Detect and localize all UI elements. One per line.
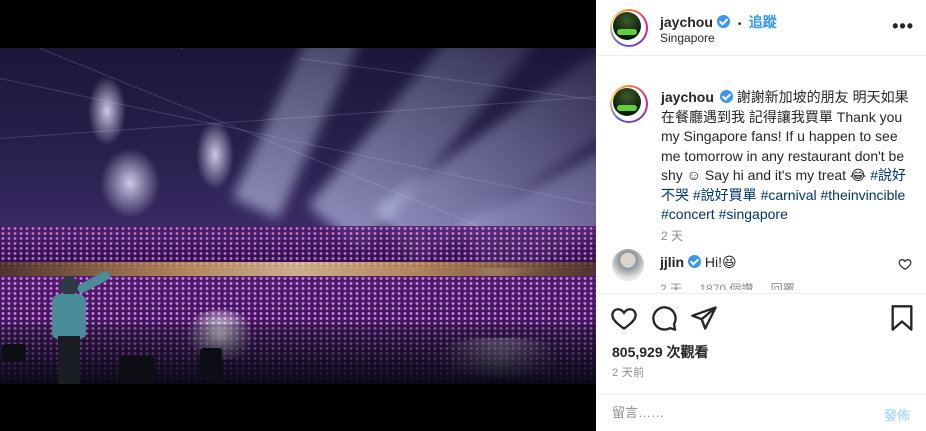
post-comment-button[interactable]: 發佈	[884, 405, 910, 424]
comment-meta: 2 天 1870 個讚 回覆	[660, 280, 809, 290]
more-horizontal-icon[interactable]: •••	[892, 16, 914, 37]
action-bar	[596, 293, 926, 341]
verified-badge-icon	[719, 90, 733, 103]
performer-figure	[48, 269, 112, 384]
verified-badge-icon	[717, 15, 731, 28]
paper-plane-icon[interactable]	[690, 304, 718, 332]
heart-icon[interactable]	[610, 304, 638, 332]
caption-username[interactable]: jaychou	[661, 89, 714, 105]
concert-video[interactable]	[0, 48, 596, 384]
comment-like-heart-icon[interactable]	[898, 257, 912, 271]
comment-likes[interactable]: 1870 個讚	[699, 282, 753, 290]
caption-time: 2 天	[661, 229, 684, 243]
comment-reply[interactable]: 回覆	[771, 282, 795, 290]
comment-bubble-icon[interactable]	[650, 304, 678, 332]
author-username[interactable]: jaychou	[660, 14, 713, 30]
caption-avatar[interactable]	[610, 85, 648, 123]
commenter-username[interactable]: jjlin	[660, 254, 684, 270]
comment-text: Hi!😆	[704, 254, 737, 270]
bookmark-icon[interactable]	[888, 304, 916, 332]
post-panel: jaychou • 追蹤 Singapore ••• jaychou 謝謝新加坡…	[596, 0, 926, 431]
post-caption: jaychou 謝謝新加坡的朋友 明天如果在餐廳遇到我 記得讓我買單 Thank…	[661, 88, 913, 225]
post-media[interactable]	[0, 0, 596, 431]
commenter-avatar[interactable]	[612, 249, 644, 281]
verified-badge-icon	[688, 255, 702, 268]
location-link[interactable]: Singapore	[660, 31, 715, 45]
comment-box: 發佈	[596, 394, 926, 431]
separator-dot: •	[737, 19, 742, 30]
comment-input[interactable]	[612, 405, 852, 420]
post-date: 2 天前	[612, 367, 645, 379]
follow-button[interactable]: 追蹤	[749, 14, 777, 30]
comment-time: 2 天	[660, 282, 683, 290]
post-header: jaychou • 追蹤 Singapore •••	[596, 0, 926, 56]
view-count[interactable]: 805,929 次觀看	[612, 342, 709, 362]
author-avatar[interactable]	[610, 9, 648, 47]
